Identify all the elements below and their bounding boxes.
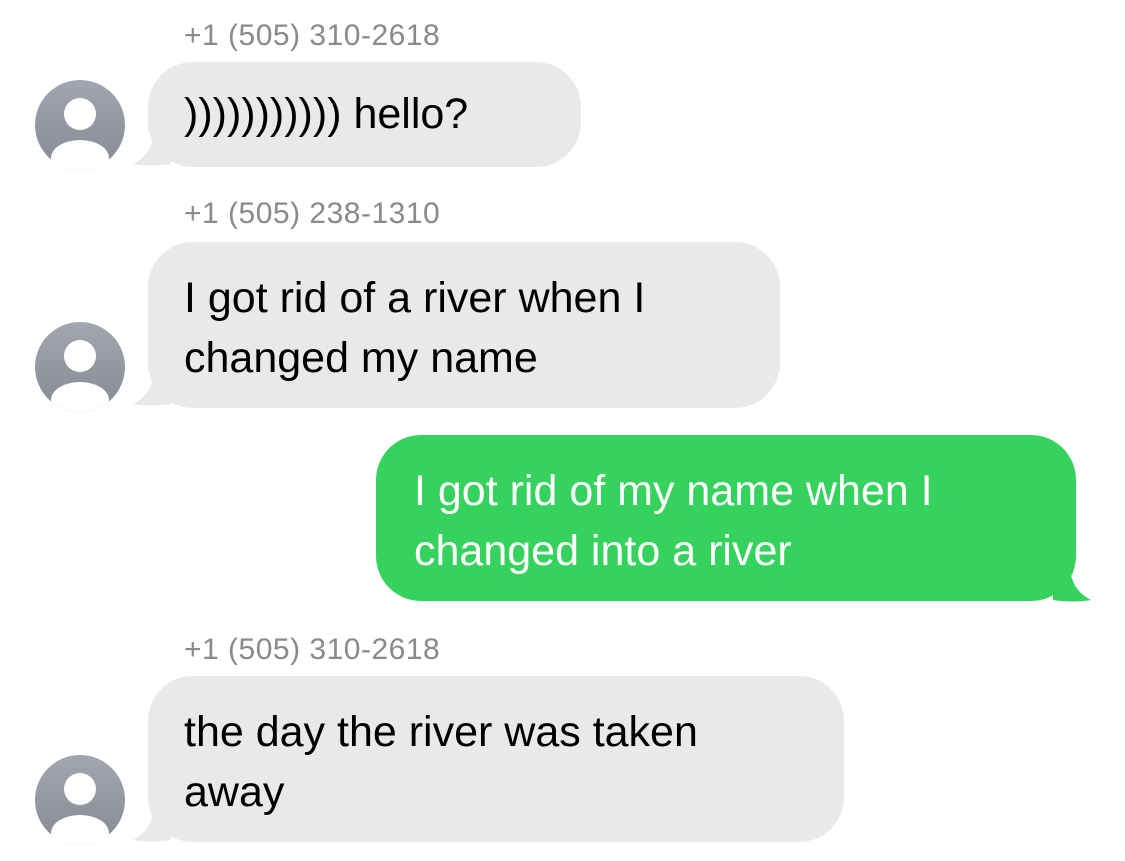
sender-label: +1 (505) 238-1310: [184, 197, 441, 230]
sender-label: +1 (505) 310-2618: [184, 19, 441, 52]
message-bubble-incoming[interactable]: the day the river was taken away: [148, 676, 844, 842]
person-placeholder-icon[interactable]: [35, 755, 125, 845]
message-bubble-incoming[interactable]: I got rid of a river when I changed my n…: [148, 242, 780, 408]
person-placeholder-icon[interactable]: [35, 322, 125, 412]
message-bubble-outgoing[interactable]: I got rid of my name when I changed into…: [376, 435, 1076, 601]
sender-label: +1 (505) 310-2618: [184, 633, 441, 666]
person-placeholder-icon[interactable]: [35, 80, 125, 170]
message-bubble-incoming[interactable]: ))))))))))) hello?: [148, 62, 581, 167]
